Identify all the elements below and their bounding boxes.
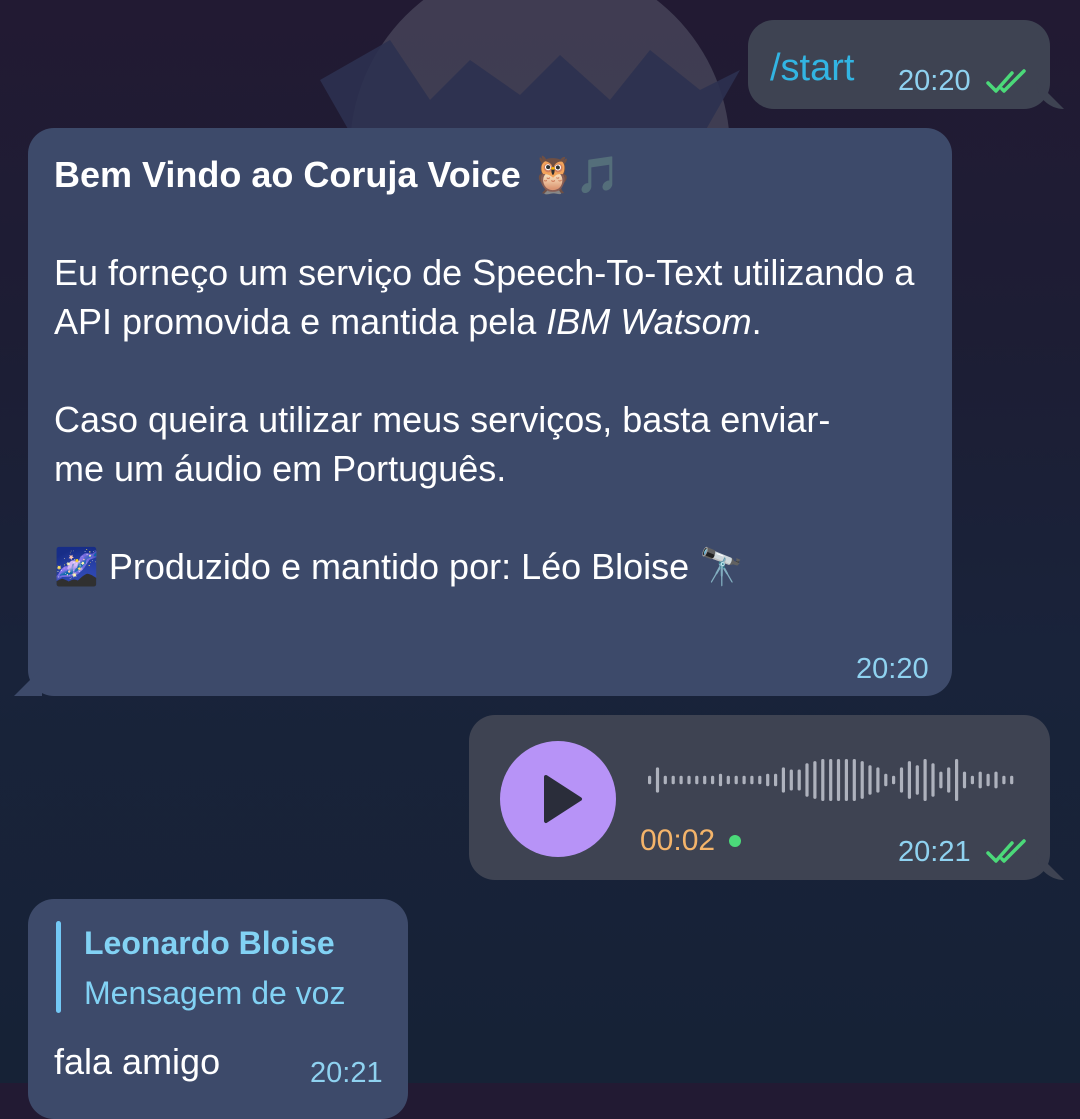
- waveform-bar: [1010, 775, 1014, 785]
- waveform-bar: [884, 773, 888, 787]
- quoted-sender-name[interactable]: Leonardo Bloise: [84, 925, 335, 962]
- quoted-message-preview[interactable]: Mensagem de voz: [84, 975, 345, 1012]
- voice-waveform[interactable]: [647, 755, 1017, 805]
- waveform-bar: [758, 775, 762, 785]
- milky-way-emoji: 🌌: [54, 546, 99, 587]
- welcome-description: Eu forneço um serviço de Speech-To-Text …: [54, 252, 915, 342]
- start-command-message[interactable]: /start 20:20: [748, 20, 1050, 109]
- waveform-bar: [962, 771, 967, 789]
- waveform-bar: [750, 775, 754, 785]
- waveform-bar: [742, 775, 746, 785]
- play-button[interactable]: [500, 741, 616, 857]
- start-command-text[interactable]: /start: [770, 47, 854, 90]
- welcome-title: Bem Vindo ao Coruja Voice 🦉🎵: [54, 154, 621, 195]
- message-time: 20:20: [856, 653, 929, 685]
- double-check-icon: [986, 839, 1026, 863]
- waveform-bar: [671, 775, 675, 785]
- welcome-message[interactable]: Bem Vindo ao Coruja Voice 🦉🎵 Eu forneço …: [28, 128, 952, 696]
- reply-message[interactable]: Leonardo Bloise Mensagem de voz fala ami…: [28, 899, 408, 1119]
- waveform-bar: [931, 763, 935, 797]
- welcome-credit: 🌌 Produzido e mantido por: Léo Bloise 🔭: [54, 546, 745, 587]
- waveform-bar: [970, 775, 974, 785]
- welcome-instructions: Caso queira utilizar meus serviços, bast…: [54, 399, 831, 489]
- waveform-bar: [813, 761, 817, 799]
- owl-music-emoji: 🦉🎵: [530, 154, 621, 195]
- telescope-emoji: 🔭: [699, 546, 745, 587]
- waveform-bar: [939, 771, 943, 789]
- waveform-bar: [648, 775, 652, 785]
- waveform-bar: [766, 773, 770, 787]
- waveform-bar: [852, 759, 856, 801]
- waveform-bar: [781, 767, 785, 793]
- waveform-bar: [899, 767, 904, 793]
- voice-duration: 00:02: [640, 824, 716, 857]
- waveform-bar: [734, 775, 738, 785]
- waveform-bar: [663, 775, 667, 785]
- double-check-icon: [986, 69, 1026, 93]
- message-time: 20:21: [898, 836, 971, 868]
- message-time: 20:20: [898, 65, 971, 97]
- waveform-bar: [821, 759, 825, 801]
- waveform-bar: [829, 759, 833, 801]
- waveform-bar: [1002, 775, 1006, 785]
- waveform-bar: [986, 773, 990, 787]
- waveform-bar: [711, 775, 715, 785]
- waveform-bar: [703, 775, 707, 785]
- play-icon: [544, 775, 582, 823]
- voice-message[interactable]: 00:02 20:21: [469, 715, 1050, 880]
- waveform-bar: [978, 771, 982, 789]
- waveform-bar: [892, 775, 896, 785]
- waveform-bar: [805, 763, 809, 797]
- waveform-bar: [876, 767, 880, 793]
- reply-text: fala amigo: [54, 1041, 221, 1082]
- waveform-bar: [994, 771, 998, 789]
- waveform-bar: [955, 759, 959, 801]
- waveform-bar: [947, 767, 951, 793]
- waveform-bar: [687, 775, 691, 785]
- waveform-bar: [789, 769, 793, 791]
- waveform-bar: [797, 769, 801, 791]
- waveform-bar: [923, 759, 927, 801]
- quote-bar: [56, 921, 61, 1013]
- unplayed-indicator: [729, 835, 741, 847]
- waveform-bar: [907, 761, 911, 799]
- waveform-bar: [679, 775, 683, 785]
- waveform-bar: [860, 761, 864, 799]
- waveform-bar: [695, 775, 699, 785]
- waveform-bar: [844, 759, 848, 801]
- waveform-bar: [836, 759, 841, 801]
- message-time: 20:21: [310, 1057, 383, 1089]
- waveform-bar: [655, 767, 660, 793]
- waveform-bar: [915, 765, 919, 795]
- waveform-bar: [774, 773, 778, 787]
- waveform-bar: [868, 765, 872, 795]
- waveform-bar: [718, 773, 723, 787]
- waveform-bar: [726, 775, 730, 785]
